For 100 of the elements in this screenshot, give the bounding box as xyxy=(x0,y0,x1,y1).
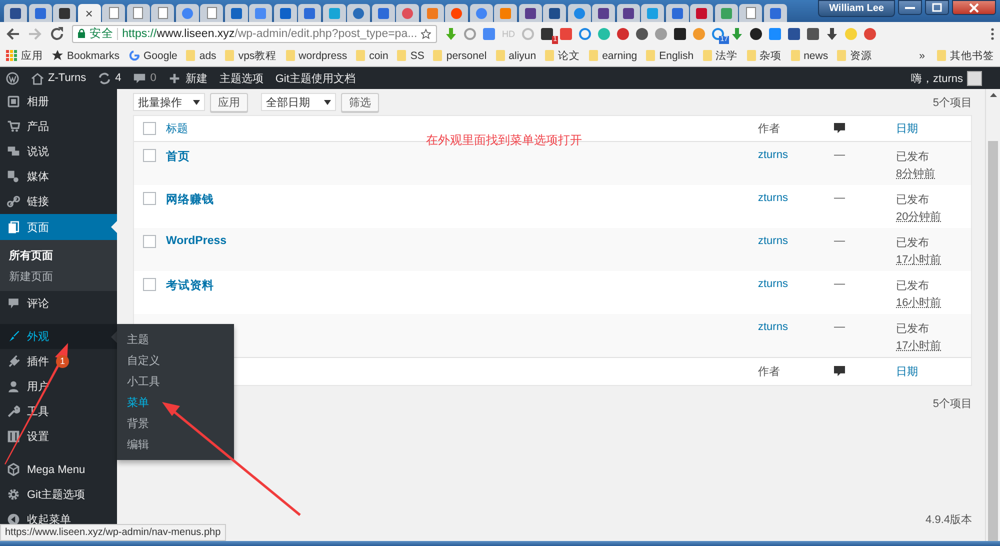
browser-tab[interactable]: × xyxy=(78,4,100,22)
bookmark-link[interactable]: personel xyxy=(446,50,487,62)
flyout-item[interactable]: 背景 xyxy=(117,413,234,434)
reload-icon[interactable] xyxy=(50,26,64,40)
browser-tab[interactable] xyxy=(102,4,125,22)
sidebar-item[interactable]: 外观 xyxy=(0,324,117,349)
bookmark-link[interactable]: aliyun xyxy=(508,50,536,62)
download-arrow-icon[interactable] xyxy=(826,28,838,40)
extension-icon[interactable] xyxy=(807,28,819,40)
apply-button[interactable]: 应用 xyxy=(210,92,248,112)
new-link[interactable]: 新建 xyxy=(185,70,208,86)
bookmark-link[interactable]: English xyxy=(659,50,694,62)
bookmark-link[interactable]: SS xyxy=(410,50,424,62)
row-checkbox[interactable] xyxy=(143,235,156,248)
page-title-link[interactable]: 考试资料 xyxy=(166,278,214,293)
browser-tab[interactable] xyxy=(739,4,762,22)
back-icon[interactable] xyxy=(6,26,20,40)
browser-tab[interactable] xyxy=(616,4,640,22)
bookmark-star-icon[interactable] xyxy=(421,28,431,40)
page-title-link[interactable]: WordPress xyxy=(166,235,227,247)
greeting-link[interactable]: 嗨，zturns xyxy=(911,70,963,86)
row-checkbox[interactable] xyxy=(143,192,156,205)
submenu-item[interactable]: 所有页面 xyxy=(0,245,117,266)
select-all-checkbox[interactable] xyxy=(143,122,156,135)
site-name-link[interactable]: Z-Turns xyxy=(48,72,86,84)
flyout-item[interactable]: 小工具 xyxy=(117,371,234,392)
bookmark-link[interactable]: news xyxy=(804,50,828,62)
flyout-item[interactable]: 编辑 xyxy=(117,434,234,455)
flyout-item[interactable]: 主题 xyxy=(117,329,234,350)
updates-count[interactable]: 4 xyxy=(115,72,122,84)
bulk-action-dropdown[interactable]: 批量操作 xyxy=(133,93,205,111)
sidebar-item[interactable]: 链接 xyxy=(0,189,117,214)
admin-bar-link[interactable]: Git主题使用文档 xyxy=(275,70,356,86)
sidebar-item[interactable]: 媒体 xyxy=(0,164,117,189)
author-link[interactable]: zturns xyxy=(758,149,788,161)
browser-tab[interactable] xyxy=(126,4,150,22)
wordpress-logo-icon[interactable] xyxy=(6,72,19,84)
browser-tab[interactable] xyxy=(224,4,248,22)
avatar-icon[interactable] xyxy=(967,70,982,86)
extension-icon[interactable] xyxy=(674,28,686,40)
browser-tab[interactable] xyxy=(543,4,566,22)
submenu-item[interactable]: 新建页面 xyxy=(0,266,117,287)
date-filter-dropdown[interactable]: 全部日期 xyxy=(261,93,336,111)
sidebar-item[interactable]: 页面 xyxy=(0,214,117,240)
bookmark-link[interactable]: Bookmarks xyxy=(67,50,120,62)
bookmark-link[interactable]: ads xyxy=(199,50,216,62)
browser-tab[interactable] xyxy=(518,4,542,22)
row-checkbox[interactable] xyxy=(143,149,156,162)
bookmark-link[interactable]: 应用 xyxy=(21,48,43,62)
extension-icon[interactable] xyxy=(750,28,762,40)
filter-button[interactable]: 筛选 xyxy=(341,92,379,112)
profile-button[interactable]: William Lee xyxy=(818,0,895,17)
bookmark-link[interactable]: vps教程 xyxy=(238,48,277,62)
browser-tab[interactable] xyxy=(592,4,615,22)
sidebar-item[interactable]: 相册 xyxy=(0,89,117,114)
admin-bar-link[interactable]: 主题选项 xyxy=(219,70,264,86)
browser-tab[interactable] xyxy=(274,4,296,22)
sidebar-item[interactable]: Mega Menu xyxy=(0,457,117,482)
bookmark-link[interactable]: 资源 xyxy=(850,48,872,62)
extension-icon[interactable] xyxy=(636,28,648,40)
bookmark-link[interactable]: 法学 xyxy=(716,48,738,62)
browser-tab[interactable] xyxy=(4,4,27,22)
flyout-item[interactable]: 菜单 xyxy=(117,392,234,413)
title-column-header[interactable]: 标题 xyxy=(166,121,188,136)
author-link[interactable]: zturns xyxy=(758,192,788,204)
bookmark-link[interactable]: earning xyxy=(602,50,638,62)
author-link[interactable]: zturns xyxy=(758,235,788,247)
page-title-link[interactable]: 网络赚钱 xyxy=(166,192,214,207)
scroll-up-icon[interactable] xyxy=(990,93,996,97)
more-bookmarks-button[interactable]: » xyxy=(919,50,925,62)
date-column-header[interactable]: 日期 xyxy=(896,364,918,379)
browser-tab[interactable] xyxy=(690,4,713,22)
bookmark-link[interactable]: coin xyxy=(369,50,388,62)
bookmark-link[interactable]: 其他书签 xyxy=(950,48,994,62)
browser-tab[interactable] xyxy=(151,4,174,22)
flyout-item[interactable]: 自定义 xyxy=(117,350,234,371)
address-field[interactable]: 安全 https://www.liseen.xyz/wp-admin/edit.php?post_type=pa... xyxy=(72,24,437,42)
date-column-header[interactable]: 日期 xyxy=(896,121,918,136)
sidebar-item[interactable]: Git主题选项 xyxy=(0,482,117,507)
extension-icon[interactable] xyxy=(788,28,800,40)
maximize-button[interactable] xyxy=(925,0,949,15)
menu-icon[interactable] xyxy=(991,28,994,40)
author-link[interactable]: zturns xyxy=(758,278,788,290)
bookmark-link[interactable]: wordpress xyxy=(298,50,348,62)
bookmark-link[interactable]: 杂项 xyxy=(760,48,782,62)
comments-count[interactable]: 0 xyxy=(150,72,156,84)
minimize-button[interactable] xyxy=(898,0,922,15)
bookmark-link[interactable]: 论文 xyxy=(558,48,580,62)
close-button[interactable] xyxy=(952,0,996,15)
bookmark-link[interactable]: Google xyxy=(144,50,178,62)
sidebar-item[interactable]: 说说 xyxy=(0,139,117,164)
browser-tab[interactable] xyxy=(200,4,223,22)
author-link[interactable]: zturns xyxy=(758,321,788,333)
page-title-link[interactable]: 首页 xyxy=(166,149,190,164)
row-checkbox[interactable] xyxy=(143,278,156,291)
scrollbar[interactable] xyxy=(985,89,1000,541)
sidebar-item[interactable]: 产品 xyxy=(0,114,117,139)
sidebar-item[interactable]: 评论 xyxy=(0,291,117,316)
extension-icon[interactable] xyxy=(541,28,553,40)
browser-tab[interactable] xyxy=(53,4,76,22)
